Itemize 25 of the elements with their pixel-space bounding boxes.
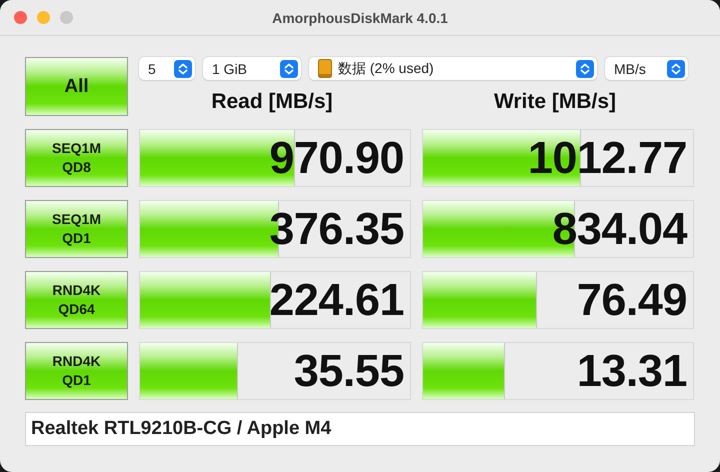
column-header: Read [MB/s] bbox=[210, 90, 334, 114]
stepper-icon bbox=[667, 60, 685, 78]
test-button[interactable]: SEQ1M QD1 bbox=[25, 200, 128, 258]
test-button[interactable]: RND4K QD1 bbox=[25, 342, 128, 400]
drive-icon bbox=[318, 59, 332, 78]
result-value: 13.31 bbox=[576, 345, 688, 397]
result-value: 76.49 bbox=[576, 274, 688, 326]
stepper-icon bbox=[174, 60, 192, 78]
dropdown[interactable]: 1 GiB bbox=[203, 57, 301, 80]
window-title: AmorphousDiskMark 4.0.1 bbox=[272, 10, 448, 26]
column-header: Write [MB/s] bbox=[492, 90, 618, 114]
zoom-button[interactable] bbox=[60, 11, 73, 24]
close-button[interactable] bbox=[14, 11, 27, 24]
dropdown[interactable]: MB/s bbox=[605, 57, 688, 80]
minimize-button[interactable] bbox=[37, 11, 50, 24]
comment-field[interactable]: Realtek RTL9210B-CG / Apple M4 bbox=[25, 412, 695, 446]
stepper-icon bbox=[280, 60, 298, 78]
result-value: 35.55 bbox=[294, 345, 405, 397]
dropdown[interactable]: 数据 (2% used) bbox=[309, 57, 597, 80]
all-button[interactable]: All bbox=[25, 57, 128, 116]
dropdown[interactable]: 5 bbox=[139, 57, 195, 80]
test-button[interactable]: RND4K QD64 bbox=[25, 271, 128, 329]
result-value: 224.61 bbox=[269, 274, 405, 326]
stepper-icon bbox=[576, 60, 594, 78]
test-button[interactable]: SEQ1M QD8 bbox=[25, 129, 128, 187]
